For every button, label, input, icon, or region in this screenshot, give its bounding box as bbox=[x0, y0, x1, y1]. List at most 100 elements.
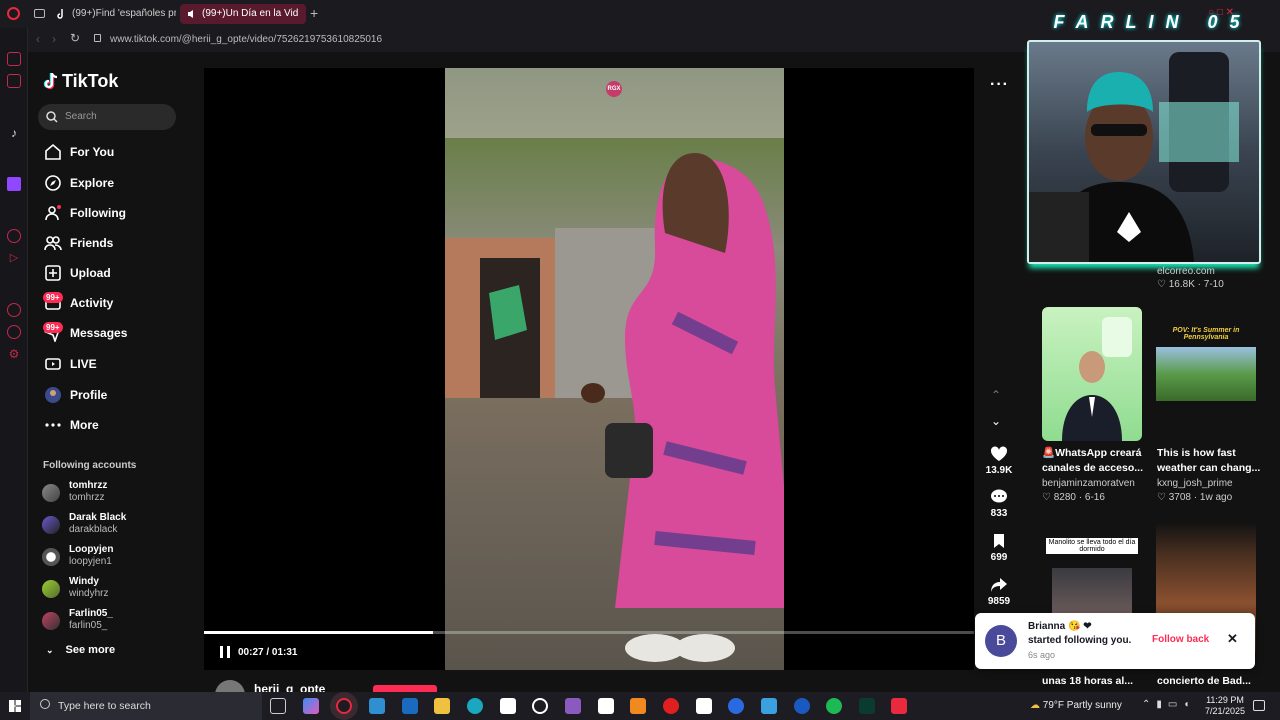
save-button[interactable]: 699 bbox=[982, 533, 1016, 563]
card-author[interactable]: benjaminzamoratven bbox=[1042, 478, 1135, 489]
notification-center-icon[interactable] bbox=[1253, 700, 1265, 711]
video-frame[interactable] bbox=[445, 68, 784, 670]
scroll-down-icon[interactable]: ⌄ bbox=[991, 414, 1001, 428]
account-handle: farlin05_ bbox=[69, 620, 108, 631]
share-button[interactable]: 9859 bbox=[982, 577, 1016, 607]
nav-upload[interactable]: Upload bbox=[44, 262, 111, 284]
capcut-icon-3[interactable] bbox=[696, 698, 712, 714]
like-button[interactable]: 13.9K bbox=[982, 446, 1016, 476]
sidebar-icon-2[interactable] bbox=[7, 74, 21, 88]
opera-taskbar-icon[interactable] bbox=[336, 698, 352, 714]
search-box[interactable]: Search bbox=[38, 104, 176, 130]
file-explorer-icon[interactable] bbox=[434, 698, 450, 714]
card-date: 1w ago bbox=[1199, 492, 1233, 503]
video-player[interactable]: RGX ··· 00:27 / 01:31 bbox=[204, 68, 1008, 670]
sidebar-icon-8[interactable] bbox=[7, 325, 21, 339]
copilot-icon[interactable] bbox=[303, 698, 319, 714]
lock-icon bbox=[94, 34, 101, 42]
more-dots-icon bbox=[45, 423, 61, 427]
nav-more[interactable]: More bbox=[44, 414, 99, 436]
thumbnail-caption: Manolito se lleva todo el día dormido bbox=[1046, 538, 1138, 554]
new-tab-button[interactable]: + bbox=[310, 5, 318, 21]
account-name: Farlin05_ bbox=[69, 608, 113, 619]
capcut-icon-2[interactable] bbox=[598, 698, 614, 714]
windows-start-icon[interactable] bbox=[9, 700, 21, 712]
sidebar-icon-6[interactable]: ▷ bbox=[7, 251, 21, 265]
card-title[interactable]: concierto de Bad... bbox=[1157, 674, 1267, 689]
nav-following[interactable]: Following bbox=[44, 202, 126, 224]
card-title[interactable]: unas 18 horas al... bbox=[1042, 674, 1146, 689]
card-stats: ♡ 8280 · 6-16 bbox=[1042, 492, 1105, 503]
opera-logo-icon[interactable] bbox=[7, 7, 20, 20]
like-count: 13.9K bbox=[985, 465, 1013, 476]
see-more-label: See more bbox=[65, 644, 116, 656]
tray-icons[interactable]: ⌃▮▭◖ bbox=[1142, 699, 1195, 710]
account-handle: windyhrz bbox=[69, 588, 109, 599]
store-icon[interactable] bbox=[369, 698, 385, 714]
notification-avatar[interactable]: B bbox=[985, 625, 1017, 657]
app-icon-purple[interactable] bbox=[565, 698, 581, 714]
progress-track[interactable] bbox=[204, 631, 974, 634]
tab-active[interactable]: (99+)Un Día en la Vid bbox=[180, 4, 306, 24]
settings-icon[interactable]: ⚙ bbox=[7, 347, 21, 361]
nav-live[interactable]: LIVE bbox=[44, 353, 97, 375]
comment-count: 833 bbox=[990, 508, 1008, 519]
pause-icon[interactable] bbox=[220, 646, 230, 658]
tab-search[interactable]: (99+)Find 'españoles pro bbox=[50, 4, 176, 24]
nav-label: Explore bbox=[70, 176, 115, 190]
more-options-icon[interactable]: ··· bbox=[990, 76, 1009, 94]
video-thumbnail[interactable]: POV: It's Summer in Pennsylvania bbox=[1156, 307, 1256, 441]
webcam-overlay bbox=[1027, 40, 1261, 264]
vlc-icon[interactable] bbox=[630, 698, 646, 714]
terminal-icon[interactable] bbox=[859, 698, 875, 714]
back-icon[interactable]: ‹ bbox=[36, 32, 40, 46]
heart-icon bbox=[990, 446, 1008, 461]
weather-widget[interactable]: ☁ 79°F Partly sunny bbox=[1030, 700, 1122, 711]
capcut-icon[interactable] bbox=[500, 698, 516, 714]
app-icon-blue[interactable] bbox=[761, 698, 777, 714]
twitch-icon[interactable] bbox=[7, 177, 21, 191]
nav-for-you[interactable]: For You bbox=[44, 141, 114, 163]
sidebar-icon-5[interactable] bbox=[7, 229, 21, 243]
reload-icon[interactable]: ↻ bbox=[70, 31, 80, 45]
url-text[interactable]: www.tiktok.com/@herii_g_opte/video/75262… bbox=[110, 34, 382, 45]
app-icon-tv[interactable] bbox=[794, 698, 810, 714]
scroll-up-icon[interactable]: ⌃ bbox=[991, 388, 1001, 402]
edge-icon[interactable] bbox=[467, 698, 483, 714]
see-more-button[interactable]: ⌄ See more bbox=[46, 644, 115, 656]
tiktok-logo[interactable]: TikTok bbox=[43, 70, 118, 92]
nav-label: Upload bbox=[70, 266, 111, 280]
chevron-down-icon: ⌄ bbox=[46, 644, 54, 655]
task-view-icon[interactable] bbox=[270, 698, 286, 714]
sidebar-icon-1[interactable] bbox=[7, 52, 21, 66]
author-name[interactable]: herii_g_opte bbox=[254, 682, 325, 692]
tiktok-taskbar-icon[interactable] bbox=[891, 698, 907, 714]
follow-back-button[interactable]: Follow back bbox=[1152, 634, 1209, 645]
nav-friends[interactable]: Friends bbox=[44, 232, 113, 254]
nav-profile[interactable]: Profile bbox=[44, 384, 107, 406]
follow-button[interactable] bbox=[373, 685, 437, 692]
notification-message: started following you. bbox=[1028, 635, 1132, 646]
comment-button[interactable]: 833 bbox=[982, 489, 1016, 519]
card-author[interactable]: elcorreo.com bbox=[1157, 266, 1215, 277]
card-title[interactable]: 🚨WhatsApp creará canales de acceso... bbox=[1042, 446, 1146, 476]
clock-time: 11:29 PM bbox=[1206, 695, 1244, 705]
account-handle: loopyjen1 bbox=[69, 556, 112, 567]
outlook-icon[interactable] bbox=[402, 698, 418, 714]
youtube-icon[interactable] bbox=[663, 698, 679, 714]
taskbar-search[interactable]: Type here to search bbox=[30, 692, 262, 720]
chrome-icon[interactable] bbox=[532, 698, 548, 714]
close-icon[interactable]: ✕ bbox=[1227, 631, 1238, 647]
nav-explore[interactable]: Explore bbox=[44, 172, 114, 194]
sidebar-icon-7[interactable] bbox=[7, 303, 21, 317]
card-title[interactable]: This is how fast weather can chang... bbox=[1157, 446, 1267, 476]
messages-badge: 99+ bbox=[43, 322, 63, 333]
video-thumbnail[interactable] bbox=[1042, 307, 1142, 441]
app-icon-pink[interactable] bbox=[728, 698, 744, 714]
spotify-icon[interactable] bbox=[826, 698, 842, 714]
tiktok-sidebar-icon[interactable]: ♪ bbox=[7, 126, 21, 140]
clock[interactable]: 11:29 PM 7/21/2025 bbox=[1202, 695, 1248, 717]
card-author[interactable]: kxng_josh_prime bbox=[1157, 478, 1233, 489]
tab-switcher-icon[interactable] bbox=[34, 9, 45, 18]
forward-icon[interactable]: › bbox=[52, 32, 56, 46]
